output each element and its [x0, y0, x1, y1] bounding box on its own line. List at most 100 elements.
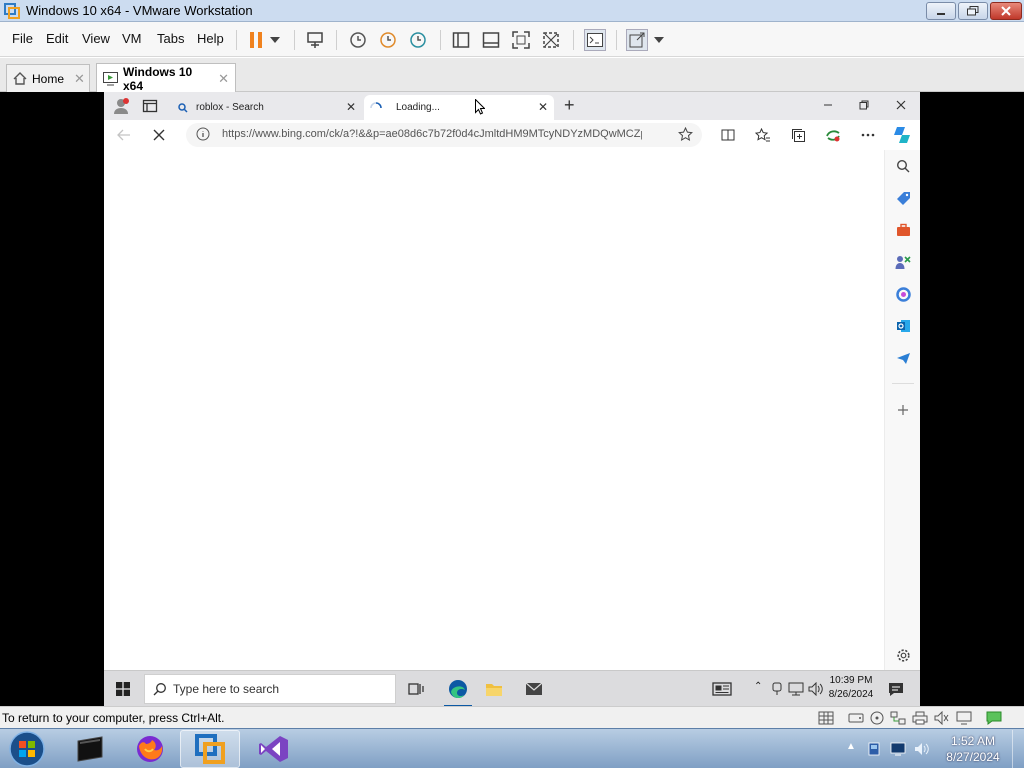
volume-icon[interactable] [914, 741, 930, 757]
edge-tab-roblox-search[interactable]: roblox - Search ✕ [172, 95, 362, 120]
home-icon [13, 72, 27, 85]
thumbnail-view-icon[interactable] [481, 30, 501, 50]
close-button[interactable] [990, 2, 1022, 20]
tab-home-close-icon[interactable]: ✕ [74, 71, 85, 87]
edge-tab-close-icon[interactable]: ✕ [346, 100, 356, 114]
taskbar-app-terminal[interactable] [60, 730, 120, 768]
browser-essentials-icon[interactable] [825, 127, 841, 143]
sound-card-icon[interactable] [934, 711, 950, 725]
split-screen-icon[interactable] [720, 127, 736, 143]
workspaces-icon[interactable] [142, 98, 158, 114]
tray-monitor-icon[interactable] [890, 741, 906, 757]
menu-file[interactable]: File [12, 31, 33, 46]
guest-clock[interactable]: 10:39 PM 8/26/2024 [826, 674, 876, 702]
task-view-icon[interactable] [406, 679, 426, 699]
message-log-icon[interactable] [986, 711, 1002, 725]
tab-home[interactable]: Home ✕ [6, 64, 90, 92]
stretch-guest-icon[interactable] [626, 29, 648, 51]
search-icon[interactable] [895, 158, 911, 174]
network-icon[interactable] [788, 679, 804, 699]
host-date: 8/27/2024 [946, 750, 1000, 764]
display-icon[interactable] [956, 711, 972, 725]
full-screen-icon[interactable] [511, 30, 531, 50]
start-orb-icon[interactable] [0, 730, 54, 768]
tray-device-icon[interactable] [866, 741, 882, 757]
hard-disk-icon[interactable] [848, 711, 864, 725]
taskbar-search-box[interactable]: Type here to search [144, 674, 396, 704]
pause-icon[interactable] [246, 30, 266, 50]
chevron-down-icon[interactable] [652, 30, 666, 50]
copilot-icon[interactable] [892, 125, 912, 145]
minimize-icon[interactable] [822, 99, 834, 111]
page-content[interactable] [104, 150, 884, 670]
show-hidden-icons-icon[interactable]: ▲ [846, 741, 856, 752]
menu-vm[interactable]: VM [122, 31, 142, 46]
edge-tab-close-icon[interactable]: ✕ [538, 100, 548, 114]
menu-tabs[interactable]: Tabs [157, 31, 184, 46]
network-status-icon[interactable] [890, 711, 906, 725]
window-title: Windows 10 x64 - VMware Workstation [26, 3, 253, 18]
cd-dvd-icon[interactable] [870, 711, 886, 725]
chevron-up-icon[interactable]: ⌃ [754, 681, 762, 692]
minimize-button[interactable] [926, 2, 956, 20]
edge-tab-loading[interactable]: Loading... ✕ [364, 95, 554, 120]
close-icon[interactable] [895, 99, 907, 111]
revert-snapshot-icon[interactable] [378, 30, 398, 50]
copilot-icon[interactable] [895, 286, 911, 302]
snapshot-icon[interactable] [348, 30, 368, 50]
snapshot-manager-icon[interactable] [408, 30, 428, 50]
firefox-icon[interactable] [120, 730, 180, 768]
loading-spinner-icon [370, 101, 382, 114]
host-clock[interactable]: 1:52 AM 8/27/2024 [938, 733, 1008, 765]
menu-help[interactable]: Help [197, 31, 224, 46]
new-tab-button[interactable]: + [564, 95, 575, 116]
meet-now-icon[interactable] [770, 679, 784, 699]
back-icon[interactable] [116, 127, 132, 143]
stop-loading-icon[interactable] [151, 127, 167, 143]
vm-console[interactable]: roblox - Search ✕ Loading... ✕ + https:/… [0, 92, 1024, 706]
file-explorer-icon[interactable] [484, 679, 504, 699]
visual-studio-icon[interactable] [244, 730, 304, 768]
shopping-tag-icon[interactable] [895, 190, 911, 206]
add-icon[interactable] [895, 402, 911, 418]
network-adapter-icon[interactable] [818, 711, 834, 725]
toolbar-separator [616, 30, 617, 50]
edge-tab-label: roblox - Search [196, 102, 264, 113]
info-icon[interactable] [196, 127, 210, 141]
menu-view[interactable]: View [82, 31, 110, 46]
news-widget-icon[interactable] [712, 679, 732, 699]
settings-icon[interactable] [895, 647, 911, 663]
toolbar-separator [440, 30, 441, 50]
notifications-icon[interactable] [886, 679, 906, 699]
favorite-star-icon[interactable] [678, 127, 693, 142]
console-view-icon[interactable] [584, 29, 606, 51]
restore-icon[interactable] [858, 99, 870, 111]
library-view-icon[interactable] [451, 30, 471, 50]
tools-icon[interactable] [895, 222, 911, 238]
printer-icon[interactable] [912, 711, 928, 725]
restore-button[interactable] [958, 2, 988, 20]
send-icon[interactable] [895, 350, 911, 366]
tab-windows-10-x64[interactable]: Windows 10 x64 ✕ [96, 63, 236, 93]
menu-edit[interactable]: Edit [46, 31, 68, 46]
send-ctrl-alt-del-icon[interactable] [305, 30, 325, 50]
guest-taskbar: Type here to search ⌃ 10:39 PM 8/26/2024 [104, 670, 920, 706]
windows-start-icon[interactable] [113, 679, 133, 699]
more-options-icon[interactable] [860, 127, 876, 143]
games-icon[interactable] [895, 254, 911, 270]
show-desktop-button[interactable] [1012, 730, 1024, 768]
profile-icon[interactable] [112, 97, 130, 115]
chevron-down-icon[interactable] [268, 30, 282, 50]
vmware-taskbar-icon[interactable] [180, 730, 240, 768]
edge-browser-icon[interactable] [446, 677, 470, 701]
unity-icon[interactable] [541, 30, 561, 50]
mail-icon[interactable] [524, 679, 544, 699]
toolbar-separator [573, 30, 574, 50]
favorites-icon[interactable] [755, 127, 771, 143]
outlook-icon[interactable] [895, 318, 911, 334]
address-bar[interactable]: https://www.bing.com/ck/a?!&&p=ae08d6c7b… [186, 123, 702, 147]
collections-icon[interactable] [790, 127, 806, 143]
tab-vm-close-icon[interactable]: ✕ [218, 71, 229, 87]
sidebar-divider [892, 383, 914, 384]
volume-icon[interactable] [808, 679, 824, 699]
